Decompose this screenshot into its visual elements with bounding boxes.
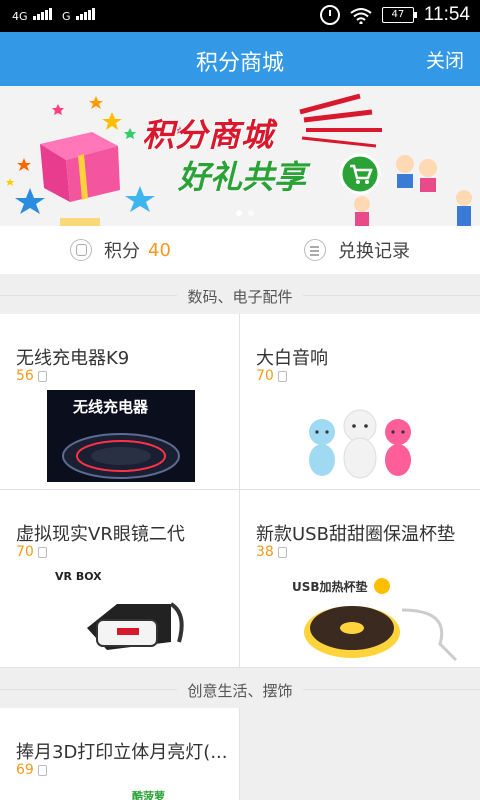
app-header: 积分商城 关闭 bbox=[0, 32, 480, 86]
sim1-signal: 4G bbox=[12, 8, 53, 23]
close-button[interactable]: 关闭 bbox=[426, 46, 464, 73]
product-name: 大白音响 bbox=[256, 348, 328, 369]
signal-icon bbox=[33, 8, 53, 20]
product-image-caption: 酷菠萝 bbox=[132, 790, 165, 800]
product-card[interactable]: 虚拟现实VR眼镜二代 70 VR BOX bbox=[0, 490, 240, 668]
section-header: 数码、电子配件 bbox=[0, 276, 480, 314]
section-title: 数码、电子配件 bbox=[177, 288, 303, 306]
coin-icon bbox=[37, 764, 47, 776]
clock: 11:54 bbox=[423, 4, 470, 25]
sim1-label: 4G bbox=[12, 10, 28, 23]
battery-icon: 47 bbox=[381, 7, 417, 23]
page-title: 积分商城 bbox=[195, 51, 284, 76]
product-image: USB加热杯垫 bbox=[290, 570, 466, 664]
banner-title-line2: 好礼共享 bbox=[178, 158, 307, 196]
points-value: 40 bbox=[148, 239, 171, 261]
signal-icon bbox=[76, 8, 96, 20]
coin-icon bbox=[37, 370, 47, 382]
battery-level: 47 bbox=[391, 9, 405, 20]
product-image: VR BOX bbox=[47, 568, 195, 662]
product-name: 新款USB甜甜圈保温杯垫 bbox=[256, 524, 455, 545]
product-image-caption: USB加热杯垫 bbox=[292, 580, 368, 594]
list-icon bbox=[304, 239, 326, 261]
exchange-history-label: 兑换记录 bbox=[338, 241, 410, 262]
sim2-signal: G bbox=[62, 8, 96, 23]
section-header: 创意生活、摆饰 bbox=[0, 670, 480, 708]
product-image-caption: VR BOX bbox=[55, 570, 102, 583]
wifi-icon bbox=[350, 6, 372, 24]
carousel-dot bbox=[248, 210, 254, 216]
product-image bbox=[300, 402, 420, 482]
status-bar: 4G G 47 11:54 bbox=[0, 0, 480, 32]
signal-indicators: 4G G bbox=[12, 8, 96, 23]
product-name: 捧月3D打印立体月亮灯(... bbox=[16, 742, 228, 763]
promo-banner[interactable]: 积分商城 好礼共享 bbox=[0, 86, 480, 226]
coin-icon bbox=[37, 546, 47, 558]
product-name: 无线充电器K9 bbox=[16, 348, 130, 369]
carousel-indicator bbox=[236, 210, 254, 216]
product-image: 无线充电器 bbox=[47, 390, 195, 482]
coin-icon bbox=[70, 239, 92, 261]
points-label: 积分 bbox=[104, 241, 140, 262]
points-bar: 积分 40 兑换记录 bbox=[0, 226, 480, 274]
product-card[interactable]: 无线充电器K9 56 无线充电器 bbox=[0, 314, 240, 490]
product-card[interactable]: 大白音响 70 bbox=[240, 314, 480, 490]
banner-title-line1: 积分商城 bbox=[142, 116, 275, 154]
product-name: 虚拟现实VR眼镜二代 bbox=[16, 524, 185, 545]
product-price: 70 bbox=[256, 368, 287, 384]
product-price: 69 bbox=[16, 762, 47, 778]
product-image-caption: 无线充电器 bbox=[73, 398, 149, 416]
product-card[interactable]: 新款USB甜甜圈保温杯垫 38 USB加热杯垫 bbox=[240, 490, 480, 668]
alarm-icon bbox=[319, 5, 340, 25]
product-image: 酷菠萝 bbox=[132, 788, 192, 800]
empty-grid-cell bbox=[240, 708, 480, 800]
product-card[interactable]: 捧月3D打印立体月亮灯(... 69 酷菠萝 bbox=[0, 708, 240, 800]
sim2-label: G bbox=[62, 10, 71, 23]
exchange-history-button[interactable]: 兑换记录 bbox=[304, 226, 410, 274]
section-title: 创意生活、摆饰 bbox=[177, 682, 303, 700]
coin-icon bbox=[277, 546, 287, 558]
product-price: 38 bbox=[256, 544, 287, 560]
carousel-dot bbox=[236, 210, 242, 216]
coin-icon bbox=[277, 370, 287, 382]
product-price: 56 bbox=[16, 368, 47, 384]
points-summary[interactable]: 积分 40 bbox=[70, 226, 171, 274]
product-price: 70 bbox=[16, 544, 47, 560]
